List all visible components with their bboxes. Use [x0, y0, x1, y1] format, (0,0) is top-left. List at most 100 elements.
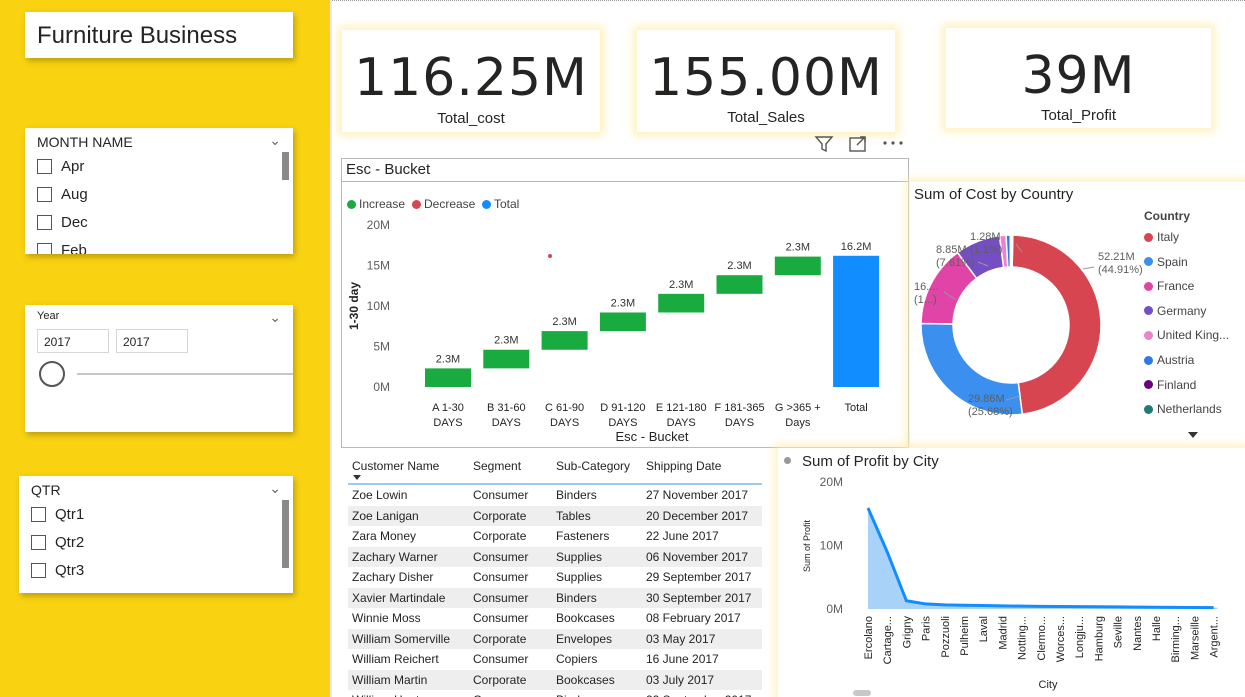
table-cell: 22 September 2017	[646, 693, 751, 697]
table-cell: Zoe Lanigan	[352, 508, 419, 523]
y-tick-label: 0M	[373, 380, 390, 394]
waterfall-title: Esc - Bucket	[346, 161, 431, 178]
legend-item[interactable]: Netherlands	[1144, 402, 1222, 416]
x-tick-label: Worces...	[1055, 616, 1067, 662]
legend-item-total[interactable]: Total	[482, 197, 519, 211]
table-row[interactable]: William Reichert Consumer Copiers 16 June 2…	[348, 649, 762, 670]
column-header-subcategory[interactable]: Sub-Category	[556, 459, 630, 473]
table-row[interactable]: Zoe Lowin Consumer Binders 27 November 2017	[348, 485, 762, 506]
checkbox[interactable]	[31, 535, 46, 550]
qtr-option[interactable]: Qtr1	[31, 506, 84, 523]
column-header-segment[interactable]: Segment	[473, 459, 521, 473]
chevron-down-icon[interactable]: ⌄	[269, 480, 281, 497]
year-slicer[interactable]: Year ⌄ 2017 2017	[25, 305, 293, 432]
legend-item-increase[interactable]: Increase	[347, 197, 405, 211]
area-visual[interactable]: Sum of Profit by City 0M 10M 20M Sum of Pro…	[778, 448, 1245, 697]
month-option[interactable]: Aug	[37, 186, 88, 203]
table-row[interactable]: Zachary Warner Consumer Supplies 06 Novembe…	[348, 546, 762, 567]
table-cell: 03 May 2017	[646, 631, 716, 646]
checkbox[interactable]	[37, 243, 52, 254]
waterfall-plot[interactable]: 0M 5M 10M 15M 20M 1-30 day 2.3M A 1-30 DAYS 2.3M B…	[342, 211, 908, 447]
table-row[interactable]: Zachary Disher Consumer Supplies 29 Septemb…	[348, 567, 762, 588]
area-line	[866, 507, 1214, 610]
chevron-down-icon[interactable]: ⌄	[269, 132, 281, 149]
table-row[interactable]: William Somerville Corporate Envelopes 03 M…	[348, 628, 762, 649]
table-cell: William Martin	[352, 672, 428, 687]
checkbox[interactable]	[31, 563, 46, 578]
legend-item[interactable]: Austria	[1144, 353, 1194, 367]
legend-dot	[1144, 380, 1153, 390]
year-from-input[interactable]: 2017	[37, 329, 109, 353]
orders-table[interactable]: Customer Name Segment Sub-Category Shipp…	[342, 452, 767, 697]
table-cell: William Reichert	[352, 652, 439, 666]
table-cell: Zoe Lowin	[352, 488, 408, 502]
more-options-icon[interactable]	[882, 136, 904, 150]
table-row[interactable]: Zoe Lanigan Corporate Tables 20 December 20…	[348, 505, 762, 526]
table-row[interactable]: Winnie Moss Consumer Bookcases 08 February …	[348, 608, 762, 629]
year-slider-handle[interactable]	[39, 361, 65, 387]
donut-visual[interactable]: Sum of Cost by Country 52.21M (44.91%) 29.…	[910, 182, 1245, 448]
table-row[interactable]: William Martin Corporate Bookcases 03 July …	[348, 669, 762, 690]
data-label: (1.1%)	[970, 244, 1002, 256]
x-tick-label: Argent...	[1209, 616, 1221, 658]
legend-item[interactable]: Germany	[1144, 304, 1206, 318]
legend-dot	[347, 199, 356, 209]
focus-mode-icon[interactable]	[848, 134, 868, 154]
legend-item[interactable]: Italy	[1144, 230, 1179, 244]
legend-item[interactable]: Finland	[1144, 378, 1196, 392]
data-label: (7.61%)	[936, 257, 975, 269]
year-slider-track[interactable]	[77, 373, 293, 375]
year-slicer-header: Year	[37, 310, 60, 322]
legend-item-decrease[interactable]: Decrease	[412, 197, 475, 211]
qtr-option[interactable]: Qtr2	[31, 534, 84, 551]
column-header-customer[interactable]: Customer Name	[352, 459, 439, 473]
legend-dot	[1144, 330, 1153, 340]
donut-plot[interactable]: 52.21M(44.91%) 29.86M(25.68%) 16....(1...)…	[910, 182, 1142, 448]
report-title: Furniture Business	[37, 22, 238, 49]
legend-scroll-down-icon[interactable]	[1188, 432, 1198, 440]
y-tick-label: 15M	[367, 259, 390, 273]
month-option[interactable]: Feb	[37, 242, 87, 254]
qtr-option[interactable]: Qtr3	[31, 562, 84, 579]
slicer-scrollbar[interactable]	[282, 500, 289, 568]
month-option[interactable]: Apr	[37, 158, 84, 175]
legend-title: Country	[1144, 209, 1190, 223]
x-tick-label: Cartage...	[882, 616, 894, 664]
table-row[interactable]: Zara Money Corporate Fasteners 22 June 2017	[348, 526, 762, 547]
checkbox[interactable]	[31, 507, 46, 522]
column-header-shipping-date[interactable]: Shipping Date	[646, 459, 721, 473]
legend-label: Austria	[1157, 353, 1195, 367]
x-tick-label: Marseille	[1189, 616, 1201, 660]
checkbox[interactable]	[37, 215, 52, 230]
table-row[interactable]: Xavier Martindale Consumer Binders 30 Septe…	[348, 587, 762, 608]
area-plot[interactable]: 0M 10M 20M Sum of Profit Ercolano Cartage... G…	[778, 448, 1245, 697]
chevron-down-icon[interactable]: ⌄	[269, 309, 281, 326]
data-label: 2.3M	[494, 335, 518, 347]
qtr-slicer[interactable]: QTR ⌄ Qtr1 Qtr2 Qtr3	[19, 476, 293, 593]
legend-item[interactable]: Spain	[1144, 255, 1188, 269]
year-to-input[interactable]: 2017	[116, 329, 188, 353]
x-tick-label: DAYS	[492, 417, 521, 429]
table-row[interactable]: William Hunt Consumer Binders 22 September …	[348, 690, 762, 697]
table-cell: Binders	[556, 693, 597, 697]
data-label: (1...)	[914, 294, 937, 306]
checkbox[interactable]	[37, 187, 52, 202]
x-tick-label: DAYS	[608, 417, 637, 429]
table-cell: Supplies	[556, 549, 603, 564]
data-label: 2.3M	[552, 316, 576, 328]
sort-descending-icon[interactable]	[352, 474, 362, 482]
checkbox[interactable]	[37, 159, 52, 174]
x-tick-label: Laval	[978, 616, 990, 642]
legend-item[interactable]: France	[1144, 279, 1194, 293]
table-cell: Corporate	[473, 631, 527, 646]
month-slicer[interactable]: MONTH NAME ⌄ Apr Aug Dec Feb	[25, 128, 293, 254]
x-tick-label: Ercolano	[863, 616, 875, 659]
title-divider	[342, 181, 908, 182]
waterfall-visual[interactable]: Esc - Bucket Increase Decrease Total 0M 5…	[341, 158, 909, 448]
legend-item[interactable]: United King...	[1144, 328, 1229, 342]
slicer-scrollbar[interactable]	[282, 152, 289, 180]
filter-icon[interactable]	[814, 134, 834, 154]
month-option[interactable]: Dec	[37, 214, 88, 231]
table-cell: Corporate	[473, 508, 527, 523]
horizontal-scrollbar[interactable]	[853, 690, 871, 696]
